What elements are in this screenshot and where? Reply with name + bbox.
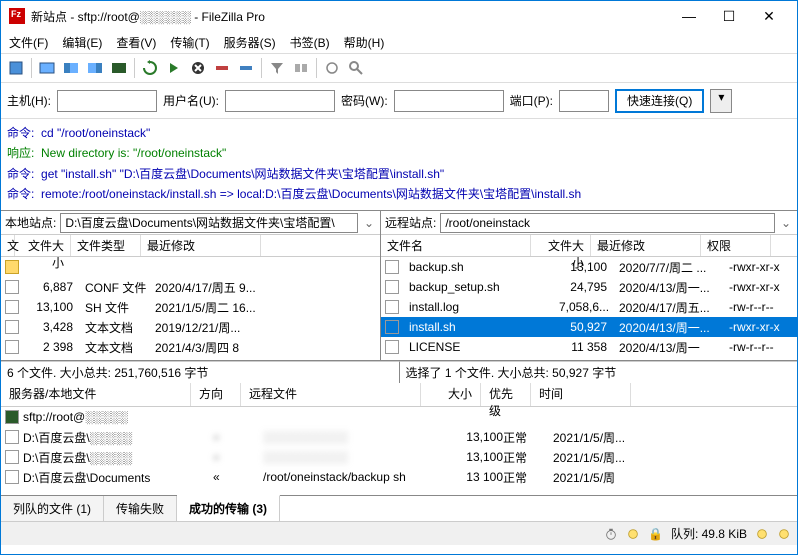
remote-path-input[interactable] [440,213,775,233]
menu-bookmarks[interactable]: 书签(B) [286,32,334,53]
list-item [1,257,380,277]
reconnect-icon[interactable] [235,57,257,79]
host-label: 主机(H): [7,92,51,109]
list-item: install.log7,058,6...2020/4/17/周五...-rw-… [381,297,797,317]
indicator-icon [777,527,791,541]
tab-queued[interactable]: 列队的文件 (1) [1,496,104,521]
indicator-icon [626,527,640,541]
menu-file[interactable]: 文件(F) [5,32,52,53]
queue-site-row[interactable]: sftp://root@░░░░░ [1,407,797,427]
queue-item[interactable]: D:\百度云盘\░░░░░«░░░░░░░░░░13,100正常2021/1/5… [1,447,797,467]
local-site-label: 本地站点: [5,214,56,231]
folder-icon [5,260,19,274]
cancel-icon[interactable] [187,57,209,79]
file-icon [5,320,19,334]
file-icon [385,280,399,294]
file-icon [385,320,399,334]
toggle-log-icon[interactable] [36,57,58,79]
list-item: 13,100SH 文件2021/1/5/周二 16... [1,297,380,317]
list-item: 3,428文本文档2019/12/21/周... [1,317,380,337]
file-icon [385,340,399,354]
file-icon [5,430,19,444]
list-item: backup.sh13,1002020/7/7/周二 ...-rwxr-xr-x [381,257,797,277]
user-input[interactable] [225,90,335,112]
remote-list-header: 文件名 文件大小 最近修改 权限 [381,235,797,257]
remote-file-list[interactable]: backup.sh13,1002020/7/7/周二 ...-rwxr-xr-x… [381,257,797,360]
search-icon[interactable] [345,57,367,79]
port-input[interactable] [559,90,609,112]
minimize-button[interactable]: — [669,2,709,30]
toggle-queue-icon[interactable] [108,57,130,79]
quickconnect-button[interactable]: 快速连接(Q) [615,89,704,113]
quickconnect-dropdown[interactable]: ▾ [710,89,732,113]
local-list-header: 文 文件大小 文件类型 最近修改 [1,235,380,257]
server-icon [5,410,19,424]
remote-path-dropdown[interactable]: ⌄ [779,216,793,230]
pass-label: 密码(W): [341,92,388,109]
local-file-list[interactable]: 6,887CONF 文件2020/4/17/周五 9... 13,100SH 文… [1,257,380,360]
local-path-input[interactable] [60,213,358,233]
quickconnect-bar: 主机(H): 用户名(U): 密码(W): 端口(P): 快速连接(Q) ▾ [1,83,797,119]
timer-icon [604,527,618,541]
tab-failed[interactable]: 传输失败 [104,496,177,521]
menu-edit[interactable]: 编辑(E) [58,32,106,53]
list-item: LICENSE11 3582020/4/13/周一-rw-r--r-- [381,337,797,357]
remote-site-label: 远程站点: [385,214,436,231]
menu-server[interactable]: 服务器(S) [220,32,280,53]
tab-success[interactable]: 成功的传输 (3) [177,495,280,521]
list-item: 6,887CONF 文件2020/4/17/周五 9... [1,277,380,297]
maximize-button[interactable]: ☐ [709,2,749,30]
user-label: 用户名(U): [163,92,219,109]
toggle-remote-tree-icon[interactable] [84,57,106,79]
sync-browse-icon[interactable] [321,57,343,79]
app-icon [9,8,25,24]
menu-transfer[interactable]: 传输(T) [166,32,213,53]
toolbar [1,53,797,83]
file-icon [5,450,19,464]
refresh-icon[interactable] [139,57,161,79]
toggle-local-tree-icon[interactable] [60,57,82,79]
pass-input[interactable] [394,90,504,112]
indicator-icon [755,527,769,541]
filter-icon[interactable] [266,57,288,79]
queue-item[interactable]: D:\百度云盘\Documents«/root/oneinstack/backu… [1,467,797,487]
queue-size: 队列: 49.8 KiB [671,525,747,542]
local-pane: 本地站点: ⌄ 文 文件大小 文件类型 最近修改 6,887CONF 文件202… [1,211,381,360]
queue-tabs: 列队的文件 (1) 传输失败 成功的传输 (3) [1,495,797,521]
remote-pane: 远程站点: ⌄ 文件名 文件大小 最近修改 权限 backup.sh13,100… [381,211,797,360]
status-bar: 🔒 队列: 49.8 KiB [1,521,797,545]
lock-icon: 🔒 [648,527,663,541]
menu-help[interactable]: 帮助(H) [340,32,389,53]
host-input[interactable] [57,90,157,112]
file-icon [5,470,19,484]
port-label: 端口(P): [510,92,553,109]
compare-icon[interactable] [290,57,312,79]
file-icon [385,260,399,274]
window-title: 新站点 - sftp://root@░░░░░░ - FileZilla Pro [31,8,669,25]
list-item: backup_setup.sh24,7952020/4/13/周一...-rwx… [381,277,797,297]
message-log: 命令: cd "/root/oneinstack" 响应: New direct… [1,119,797,211]
file-icon [5,340,19,354]
process-queue-icon[interactable] [163,57,185,79]
remote-status: 选择了 1 个文件. 大小总共: 50,927 字节 [400,361,798,383]
local-path-dropdown[interactable]: ⌄ [362,216,376,230]
list-item: install.sh50,9272020/4/13/周一...-rwxr-xr-… [381,317,797,337]
list-item: 2 398文本文档2021/4/3/周四 8 [1,337,380,357]
file-icon [5,300,19,314]
menu-bar: 文件(F) 编辑(E) 查看(V) 传输(T) 服务器(S) 书签(B) 帮助(… [1,31,797,53]
file-icon [385,300,399,314]
file-icon [5,280,19,294]
local-status: 6 个文件. 大小总共: 251,760,516 字节 [1,361,400,383]
queue-item[interactable]: D:\百度云盘\░░░░░«░░░░░░░░░░13,100正常2021/1/5… [1,427,797,447]
disconnect-icon[interactable] [211,57,233,79]
site-manager-icon[interactable] [5,57,27,79]
menu-view[interactable]: 查看(V) [112,32,160,53]
close-button[interactable]: ✕ [749,2,789,30]
transfer-queue: 服务器/本地文件 方向 远程文件 大小 优先级 时间 sftp://root@░… [1,383,797,495]
